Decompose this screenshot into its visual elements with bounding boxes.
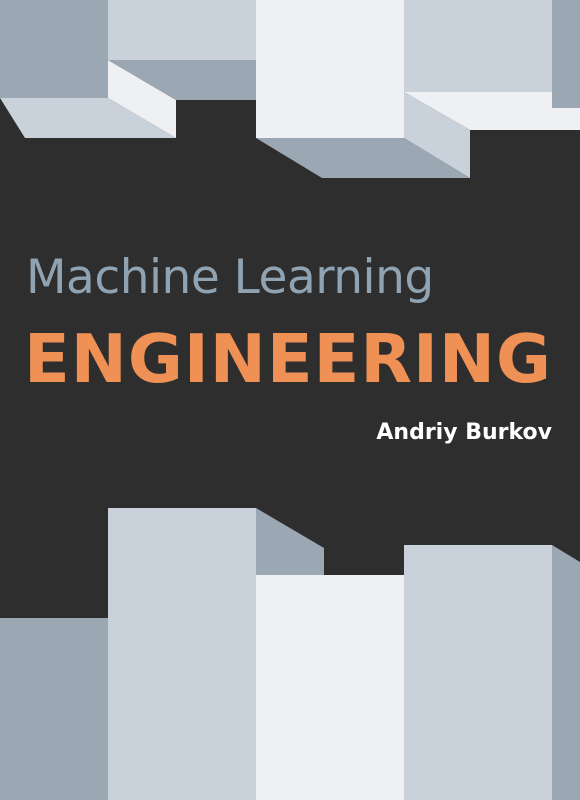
top-block-4 xyxy=(404,0,552,92)
top-blocks xyxy=(0,0,580,178)
author-name: Andriy Burkov xyxy=(376,420,552,445)
bottom-blocks xyxy=(0,508,580,800)
title-engineering: ENGINEERING xyxy=(24,320,552,398)
bottom-block-1 xyxy=(0,618,108,800)
cover-artwork xyxy=(0,0,580,800)
top-block-5 xyxy=(552,0,580,108)
bottom-block-4-side xyxy=(552,545,580,800)
title-machine-learning: Machine Learning xyxy=(26,250,434,305)
bottom-block-4 xyxy=(404,545,552,800)
top-block-3 xyxy=(256,0,404,138)
bottom-block-2-side xyxy=(256,508,324,575)
bottom-block-2 xyxy=(108,508,256,800)
top-block-2 xyxy=(108,0,256,60)
top-block-1 xyxy=(0,0,108,98)
book-cover: Machine Learning ENGINEERING Andriy Burk… xyxy=(0,0,580,800)
bottom-block-3 xyxy=(256,575,404,800)
